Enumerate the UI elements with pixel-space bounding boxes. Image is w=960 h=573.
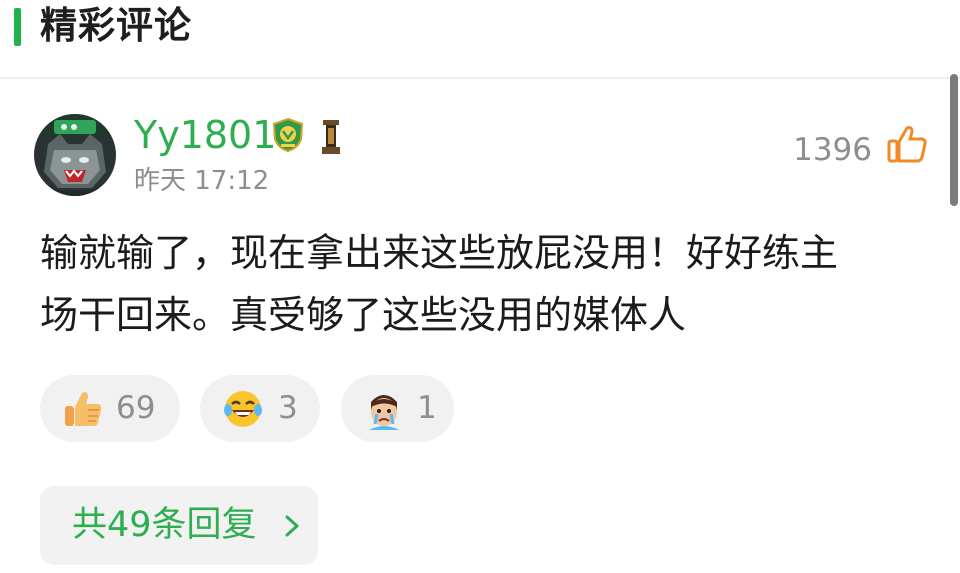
reaction-crying[interactable]: 1 xyxy=(341,375,454,442)
laughing-crying-emoji-icon xyxy=(222,388,264,430)
reaction-laughing[interactable]: 3 xyxy=(200,375,320,442)
reaction-count: 3 xyxy=(278,390,298,426)
reaction-count: 69 xyxy=(116,390,156,426)
section-header: 精彩评论 xyxy=(0,0,960,78)
comment-body: 输就输了，现在拿出来这些放屁没用！好好练主 场干回来。真受够了这些没用的媒体人 xyxy=(40,222,940,346)
reaction-count: 1 xyxy=(417,390,437,426)
reaction-thumbs-up[interactable]: 69 xyxy=(40,375,180,442)
section-accent-bar xyxy=(14,8,21,46)
section-title: 精彩评论 xyxy=(40,4,192,47)
chevron-right-icon xyxy=(283,514,301,538)
view-replies-button[interactable]: 共49条回复 xyxy=(40,486,318,565)
header-divider xyxy=(0,77,960,79)
comment-line-2: 场干回来。真受够了这些没用的媒体人 xyxy=(40,293,687,337)
crying-face-emoji-icon xyxy=(363,388,405,430)
comment-line-1: 输就输了，现在拿出来这些放屁没用！好好练主 xyxy=(40,231,839,275)
comment-timestamp: 昨天 17:12 xyxy=(134,166,270,196)
thumbs-up-emoji-icon xyxy=(62,388,104,430)
user-avatar[interactable] xyxy=(34,114,116,196)
replies-label: 共49条回复 xyxy=(72,505,257,545)
scrollbar[interactable] xyxy=(950,74,958,206)
thumbs-up-icon[interactable] xyxy=(885,122,929,166)
like-count: 1396 xyxy=(793,132,872,168)
club-shield-badge-icon xyxy=(270,117,306,153)
trophy-badge-icon xyxy=(320,118,342,156)
wolf-avatar-image xyxy=(34,114,116,196)
comment-page: 精彩评论 Yy1801 昨天 17:12 1396 输就输了，现在拿出来这些放屁… xyxy=(0,0,960,573)
username[interactable]: Yy1801 xyxy=(134,110,276,160)
